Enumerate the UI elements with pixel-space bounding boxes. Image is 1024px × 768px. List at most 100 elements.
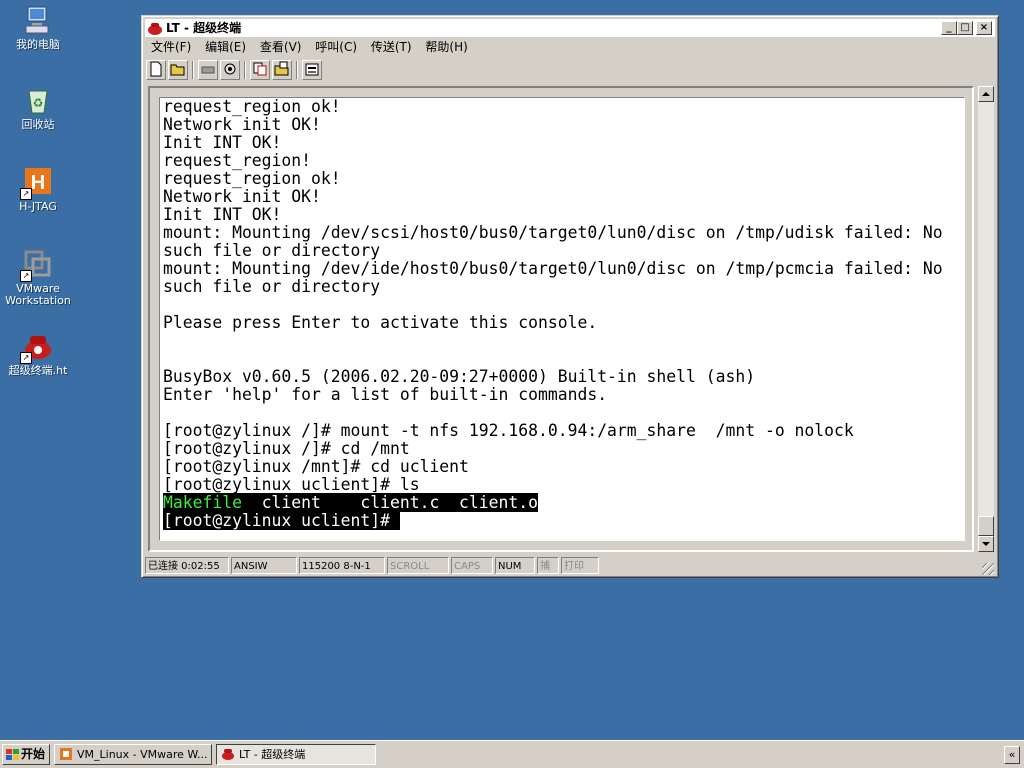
close-button[interactable]: × xyxy=(976,21,992,35)
receive-icon[interactable] xyxy=(272,60,292,80)
start-label: 开始 xyxy=(21,747,46,761)
status-print: 打印 xyxy=(561,557,599,574)
menu-transfer[interactable]: 传送(T) xyxy=(366,38,417,56)
toolbar-separator xyxy=(296,61,298,79)
terminal-line: request_region! xyxy=(163,151,312,170)
hjtag-icon: H ↗ xyxy=(20,166,54,200)
hyperterminal-window: LT - 超级终端 _ □ × 文件(F) 编辑(E) 查看(V) 呼叫(C) … xyxy=(141,15,999,578)
ls-makefile: Makefile xyxy=(163,493,242,512)
taskbar: 开始 VM_Linux - VMware W... LT - 超级终端 « xyxy=(0,740,1024,768)
maximize-button[interactable]: □ xyxy=(957,21,973,35)
resize-grip[interactable] xyxy=(982,563,994,575)
properties-icon[interactable] xyxy=(302,60,322,80)
task-hyperterminal[interactable]: LT - 超级终端 xyxy=(216,744,376,765)
shortcut-arrow-icon: ↗ xyxy=(20,188,32,200)
status-caps: CAPS xyxy=(451,557,493,574)
desktop-icon-hjtag[interactable]: H ↗ H-JTAG xyxy=(0,166,76,213)
window-title: LT - 超级终端 xyxy=(166,21,242,35)
scroll-thumb[interactable] xyxy=(978,516,994,536)
toolbar-separator xyxy=(244,61,246,79)
ls-other-files: client client.c client.o xyxy=(241,493,538,512)
vmware-icon: ↗ xyxy=(20,248,54,282)
task-label: LT - 超级终端 xyxy=(239,748,306,761)
hyperterminal-app-icon[interactable] xyxy=(147,20,163,36)
terminal-line: [root@zylinux uclient]# ls xyxy=(163,475,420,494)
task-vmware[interactable]: VM_Linux - VMware W... xyxy=(54,744,212,765)
disconnect-icon[interactable] xyxy=(198,60,218,80)
status-settings: 115200 8-N-1 xyxy=(299,557,385,574)
menu-file[interactable]: 文件(F) xyxy=(146,38,196,56)
terminal-line: request_region ok! xyxy=(163,169,341,188)
terminal-line: Network init OK! xyxy=(163,115,321,134)
toolbar-separator xyxy=(192,61,194,79)
terminal-frame: request_region ok! Network init OK! Init… xyxy=(148,86,974,552)
prompt-line: [root@zylinux uclient]# xyxy=(163,511,943,530)
terminal-line: mount: Mounting /dev/scsi/host0/bus0/tar… xyxy=(163,223,943,242)
current-prompt: [root@zylinux uclient]# xyxy=(163,511,400,530)
shortcut-arrow-icon: ↗ xyxy=(20,352,32,364)
svg-text:♻: ♻ xyxy=(33,96,44,110)
hyperterminal-icon: ↗ xyxy=(20,330,54,364)
desktop-icon-label: 超级终端.ht xyxy=(8,364,68,377)
new-icon[interactable] xyxy=(146,60,166,80)
menu-help[interactable]: 帮助(H) xyxy=(420,38,472,56)
ls-output-line: Makefile client client.c client.o xyxy=(163,493,943,512)
desktop-icon-my-computer[interactable]: 我的电脑 xyxy=(0,4,76,51)
toolbar xyxy=(146,58,994,84)
desktop-icon-label: H-JTAG xyxy=(19,200,57,213)
open-icon[interactable] xyxy=(168,60,188,80)
dial-icon[interactable] xyxy=(220,60,240,80)
desktop-icon-vmware[interactable]: ↗ VMware Workstation xyxy=(0,248,76,307)
terminal-line: such file or directory xyxy=(163,241,381,260)
scroll-up-button[interactable] xyxy=(978,86,994,102)
terminal-line: request_region ok! xyxy=(163,97,341,116)
tray-expand-button[interactable]: « xyxy=(1004,746,1020,764)
terminal-line: [root@zylinux /]# mount -t nfs 192.168.0… xyxy=(163,421,854,440)
status-emulation: ANSIW xyxy=(231,557,297,574)
menu-view[interactable]: 查看(V) xyxy=(255,38,307,56)
status-num: NUM xyxy=(495,557,535,574)
terminal-line: Init INT OK! xyxy=(163,205,282,224)
terminal-line: Enter 'help' for a list of built-in comm… xyxy=(163,385,608,404)
start-button[interactable]: 开始 xyxy=(2,744,50,765)
status-connected: 已连接 0:02:55 xyxy=(145,557,229,574)
terminal-line: such file or directory xyxy=(163,277,381,296)
terminal-line: [root@zylinux /mnt]# cd uclient xyxy=(163,457,469,476)
menu-bar: 文件(F) 编辑(E) 查看(V) 呼叫(C) 传送(T) 帮助(H) xyxy=(146,38,473,56)
my-computer-icon xyxy=(22,4,54,36)
status-bar: 已连接 0:02:55 ANSIW 115200 8-N-1 SCROLL CA… xyxy=(145,556,995,576)
desktop-icon-label: 回收站 xyxy=(21,118,55,131)
desktop-icon-label: 我的电脑 xyxy=(16,38,60,51)
svg-text:H: H xyxy=(31,172,45,194)
desktop-icon-hyperterminal[interactable]: ↗ 超级终端.ht xyxy=(0,330,76,377)
windows-flag-icon xyxy=(6,748,19,760)
hyperterminal-icon xyxy=(221,747,235,761)
status-capture: 捕 xyxy=(537,557,559,574)
terminal-text: request_region ok! Network init OK! Init… xyxy=(163,98,943,530)
terminal-line: Please press Enter to activate this cons… xyxy=(163,313,598,332)
minimize-button[interactable]: _ xyxy=(941,21,957,35)
scroll-down-button[interactable] xyxy=(978,536,994,552)
vertical-scrollbar[interactable] xyxy=(978,86,994,552)
menu-call[interactable]: 呼叫(C) xyxy=(310,38,362,56)
terminal-line: mount: Mounting /dev/ide/host0/bus0/targ… xyxy=(163,259,943,278)
desktop-icon-recycle-bin[interactable]: ♻ 回收站 xyxy=(0,84,76,131)
title-bar[interactable]: LT - 超级终端 _ □ × xyxy=(145,19,995,37)
terminal-line: Network init OK! xyxy=(163,187,321,206)
status-scroll: SCROLL xyxy=(387,557,449,574)
terminal-screen[interactable]: request_region ok! Network init OK! Init… xyxy=(159,97,965,541)
task-label: VM_Linux - VMware W... xyxy=(77,748,208,761)
shortcut-arrow-icon: ↗ xyxy=(20,270,32,282)
terminal-line: [root@zylinux /]# cd /mnt xyxy=(163,439,410,458)
terminal-line: Init INT OK! xyxy=(163,133,282,152)
send-icon[interactable] xyxy=(250,60,270,80)
menu-edit[interactable]: 编辑(E) xyxy=(200,38,251,56)
terminal-line: BusyBox v0.60.5 (2006.02.20-09:27+0000) … xyxy=(163,367,756,386)
vmware-icon xyxy=(59,747,73,761)
recycle-bin-icon: ♻ xyxy=(22,84,54,116)
desktop-icon-label-line2: Workstation xyxy=(5,294,71,307)
